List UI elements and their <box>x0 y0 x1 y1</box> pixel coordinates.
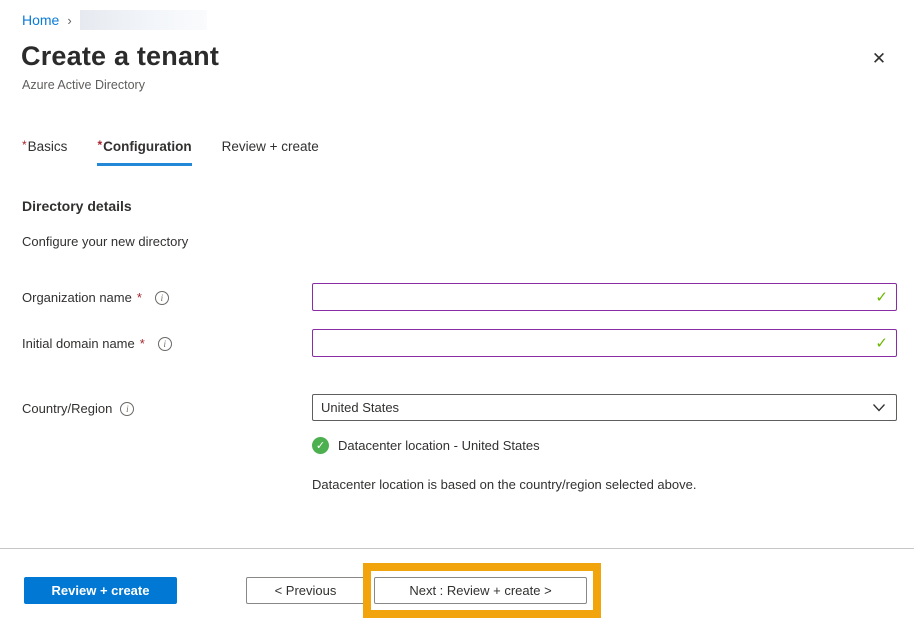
breadcrumb-redacted-item[interactable] <box>80 10 207 30</box>
page-title: Create a tenant <box>21 41 219 72</box>
selected-country-value: United States <box>321 400 872 415</box>
info-icon[interactable]: i <box>155 291 169 305</box>
tab-label: Review + create <box>222 139 319 154</box>
tab-label: Basics <box>28 139 68 154</box>
tab-label: Configuration <box>103 139 191 154</box>
breadcrumb-home-link[interactable]: Home <box>22 12 59 28</box>
tab-basics[interactable]: * Basics <box>22 139 67 166</box>
info-icon[interactable]: i <box>158 337 172 351</box>
initial-domain-name-field-wrap: ✓ <box>312 329 897 357</box>
breadcrumb-separator-icon: › <box>67 13 71 28</box>
tab-review-create[interactable]: Review + create <box>222 139 319 166</box>
wizard-tabs: * Basics * Configuration Review + create <box>22 139 319 166</box>
datacenter-note: Datacenter location is based on the coun… <box>312 477 696 492</box>
field-label-text: Country/Region <box>22 401 112 416</box>
required-asterisk: * <box>137 290 142 305</box>
initial-domain-name-input[interactable] <box>312 329 897 357</box>
section-heading: Directory details <box>22 198 132 214</box>
datacenter-status-text: Datacenter location - United States <box>338 438 540 453</box>
breadcrumb: Home › <box>22 10 207 30</box>
country-region-select[interactable]: United States <box>312 394 897 421</box>
success-check-circle-icon: ✓ <box>312 437 329 454</box>
chevron-down-icon <box>872 403 886 413</box>
close-icon[interactable]: ✕ <box>866 46 892 72</box>
create-tenant-page: Home › Create a tenant Azure Active Dire… <box>0 0 914 634</box>
field-label-text: Initial domain name <box>22 336 135 351</box>
info-icon[interactable]: i <box>120 402 134 416</box>
field-label-text: Organization name <box>22 290 132 305</box>
page-subtitle: Azure Active Directory <box>22 78 145 92</box>
required-asterisk: * <box>97 138 102 152</box>
review-create-button[interactable]: Review + create <box>24 577 177 604</box>
initial-domain-name-label: Initial domain name * i <box>22 336 172 351</box>
required-asterisk: * <box>22 138 27 152</box>
country-region-label: Country/Region i <box>22 401 134 416</box>
organization-name-label: Organization name * i <box>22 290 169 305</box>
footer-divider <box>0 548 914 549</box>
required-asterisk: * <box>140 336 145 351</box>
section-description: Configure your new directory <box>22 234 188 249</box>
organization-name-field-wrap: ✓ <box>312 283 897 311</box>
tab-configuration[interactable]: * Configuration <box>97 139 191 166</box>
next-review-create-button[interactable]: Next : Review + create > <box>374 577 587 604</box>
previous-button[interactable]: < Previous <box>246 577 365 604</box>
datacenter-status: ✓ Datacenter location - United States <box>312 437 540 454</box>
organization-name-input[interactable] <box>312 283 897 311</box>
